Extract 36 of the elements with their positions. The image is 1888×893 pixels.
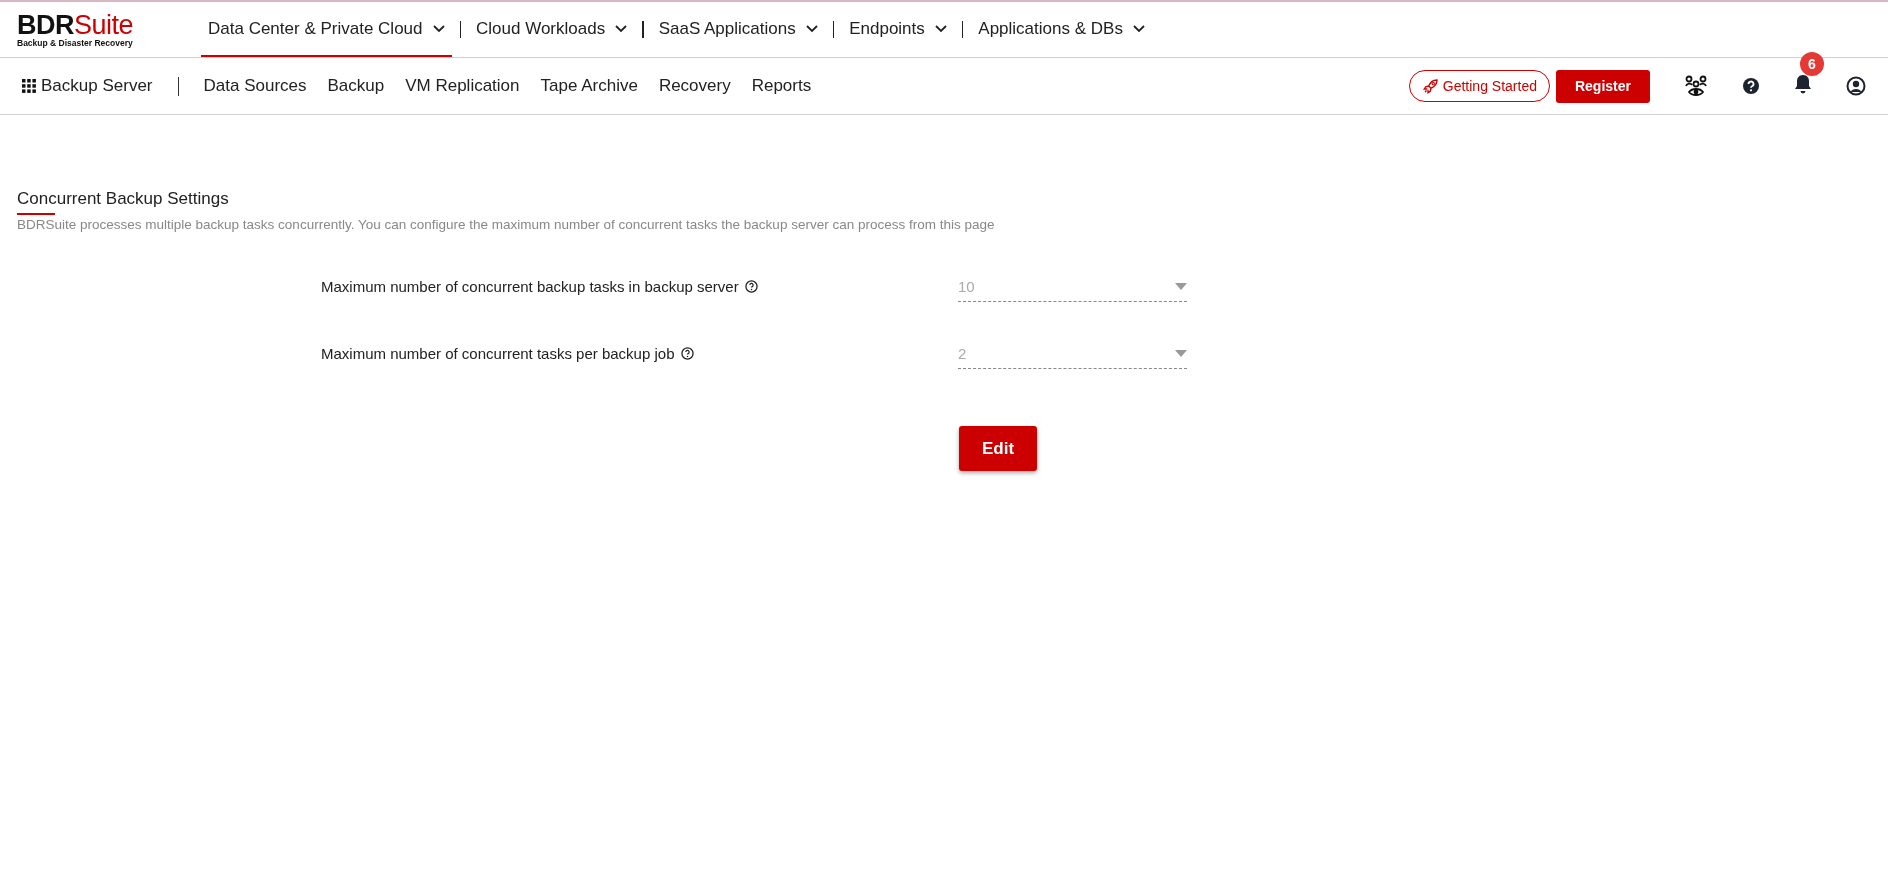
sub-nav-link[interactable]: Tape Archive xyxy=(540,76,638,96)
chevron-down-icon xyxy=(934,24,947,33)
sub-nav-link[interactable]: Recovery xyxy=(658,76,731,96)
top-nav-tab[interactable]: Endpoints xyxy=(842,2,954,57)
dropdown-caret-icon xyxy=(1175,282,1187,290)
register-button[interactable]: Register xyxy=(1555,69,1650,103)
user-account-icon[interactable] xyxy=(1846,76,1866,96)
help-icon[interactable] xyxy=(1742,77,1760,95)
getting-started-button[interactable]: Getting Started xyxy=(1408,70,1550,102)
top-nav-tab[interactable]: Data Center & Private Cloud xyxy=(201,2,452,57)
logo[interactable]: BDRSuite Backup & Disaster Recovery xyxy=(17,2,201,57)
top-nav-tab[interactable]: Applications & DBs xyxy=(971,2,1152,57)
rocket-icon xyxy=(1421,77,1440,95)
chevron-down-icon xyxy=(432,24,445,33)
module-title[interactable]: Backup Server xyxy=(41,76,153,96)
notification-count-badge: 6 xyxy=(1800,52,1824,76)
chevron-down-icon xyxy=(805,24,818,33)
sub-nav-link[interactable]: Data Sources xyxy=(203,76,307,96)
chevron-down-icon xyxy=(615,24,628,33)
page-title: Concurrent Backup Settings xyxy=(17,189,230,209)
apps-grid-icon[interactable] xyxy=(22,79,36,93)
top-nav-tab[interactable]: SaaS Applications xyxy=(651,2,825,57)
help-icon[interactable] xyxy=(680,347,694,360)
sub-nav-link[interactable]: Reports xyxy=(751,76,812,96)
chevron-down-icon xyxy=(1132,24,1145,33)
setting-label: Maximum number of concurrent backup tasks in backup server xyxy=(321,278,739,295)
users-icon[interactable] xyxy=(1684,75,1708,97)
edit-button[interactable]: Edit xyxy=(959,426,1037,471)
notification-bell-icon[interactable] xyxy=(1794,74,1812,94)
sub-nav-link[interactable]: VM Replication xyxy=(405,76,520,96)
help-icon[interactable] xyxy=(744,280,758,293)
setting-label: Maximum number of concurrent tasks per backup job xyxy=(321,345,675,362)
sub-nav-link[interactable]: Backup xyxy=(327,76,385,96)
page-description: BDRSuite processes multiple backup tasks concurrently. You can configure the maximum number of concurrent tasks the backup server can process from this page xyxy=(17,217,996,232)
dropdown-caret-icon xyxy=(1175,349,1187,357)
top-nav-tab[interactable]: Cloud Workloads xyxy=(469,2,635,57)
